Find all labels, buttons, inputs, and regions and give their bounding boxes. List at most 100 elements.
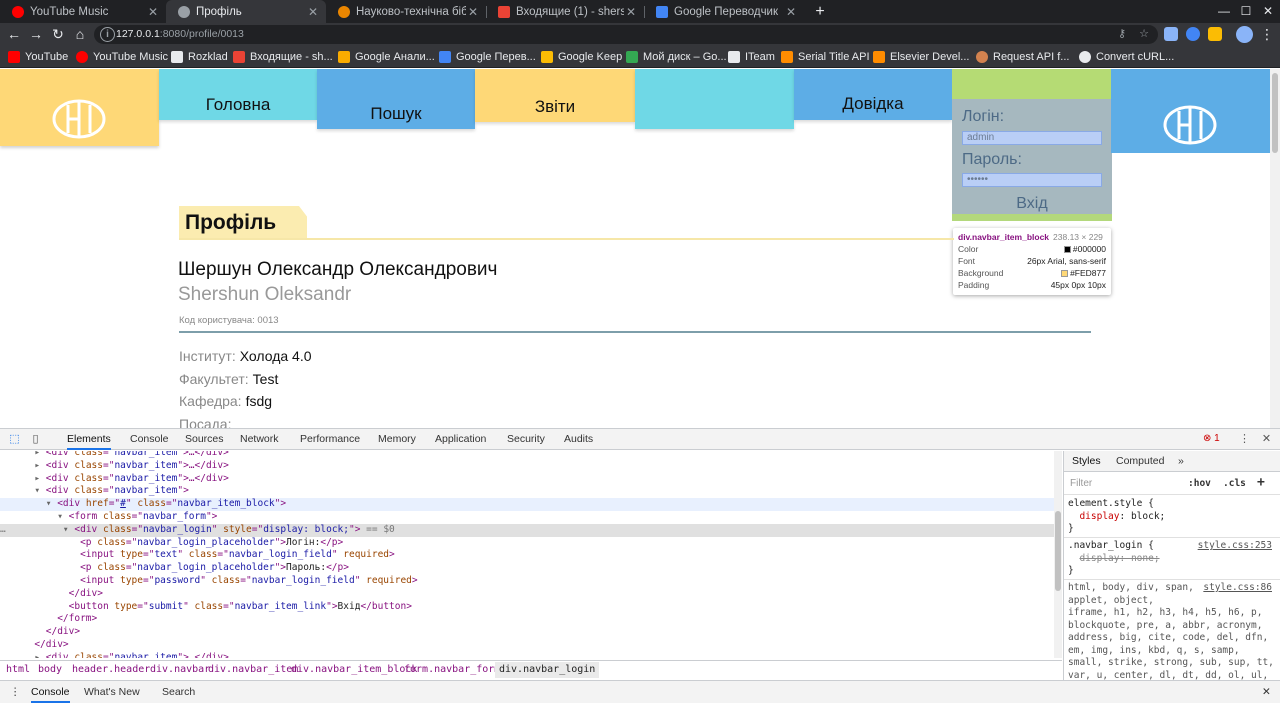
scrollbar-thumb[interactable] [1055, 511, 1061, 591]
device-toolbar-icon[interactable]: ▯ [29, 433, 42, 446]
extension-icon[interactable] [1186, 27, 1200, 41]
styles-tab[interactable]: Styles [1072, 455, 1101, 467]
close-tab-icon[interactable]: ✕ [466, 5, 480, 19]
new-tab-button[interactable]: + [810, 0, 830, 23]
login-field[interactable]: admin [962, 131, 1102, 145]
devtools-tab-performance[interactable]: Performance [300, 429, 360, 450]
bookmark-star-icon[interactable]: ☆ [1136, 27, 1152, 42]
dom-node[interactable]: <p class="navbar_login_placeholder">Паро… [0, 562, 1062, 575]
site-logo-right[interactable] [1111, 69, 1270, 153]
dom-node-selected[interactable]: … ▾ <div class="navbar_login" style="dis… [0, 523, 1062, 537]
breadcrumb-item[interactable]: form.navbar_form [404, 664, 500, 675]
bookmark-request-api[interactable]: Request API f... [976, 46, 1069, 68]
devtools-tab-elements[interactable]: Elements [67, 429, 111, 450]
page-scrollbar[interactable] [1270, 69, 1280, 428]
nav-reports[interactable]: Звіти [475, 69, 635, 122]
home-icon[interactable]: ⌂ [70, 23, 90, 46]
css-value-overridden[interactable]: none; [1131, 553, 1160, 564]
dom-node[interactable]: ▸ <div class="navbar_item">…</div> [0, 451, 1062, 460]
dom-node[interactable]: </form> [0, 613, 1062, 626]
new-rule-icon[interactable]: + [1257, 475, 1265, 490]
bookmark-elsevier[interactable]: Elsevier Devel... [873, 46, 969, 68]
elements-tree[interactable]: ▸ <div class="navbar_item">…</div> ▸ <di… [0, 451, 1062, 658]
dom-node[interactable]: ▾ <div class="navbar_item"> [0, 485, 1062, 498]
bookmark-rozklad[interactable]: Rozklad [171, 46, 228, 68]
scrollbar-thumb[interactable] [1272, 73, 1278, 153]
nav-home[interactable]: Головна [159, 69, 317, 120]
rule-source-link[interactable]: style.css:86 [1203, 582, 1272, 593]
drawer-menu-icon[interactable]: ⋮ [10, 681, 21, 703]
elements-scrollbar[interactable] [1054, 451, 1062, 658]
chrome-menu-icon[interactable]: ⋮ [1260, 23, 1274, 46]
browser-tab-profile[interactable]: Профіль ✕ [166, 0, 326, 23]
omnibox[interactable]: i 127.0.0.1:8080/profile/0013 ⚷ ☆ [94, 25, 1158, 44]
forward-icon[interactable]: → [26, 23, 46, 46]
dom-node[interactable]: ▸ <div class="navbar_item">…</div> [0, 652, 1062, 658]
close-drawer-icon[interactable]: ✕ [1262, 681, 1271, 703]
reload-icon[interactable]: ↻ [48, 23, 68, 46]
dom-node[interactable]: <input type="text" class="navbar_login_f… [0, 549, 1062, 562]
close-tab-icon[interactable]: ✕ [146, 5, 160, 19]
more-tabs-icon[interactable]: » [1178, 455, 1184, 467]
close-devtools-icon[interactable]: ✕ [1260, 433, 1273, 446]
devtools-tab-sources[interactable]: Sources [185, 429, 224, 450]
drawer-tab-whats-new[interactable]: What's New [84, 681, 140, 703]
css-property[interactable]: display [1079, 511, 1119, 522]
key-icon[interactable]: ⚷ [1114, 27, 1130, 42]
bookmark-youtube-music[interactable]: YouTube Music [76, 46, 168, 68]
inspect-element-icon[interactable]: ⬚ [8, 433, 21, 446]
drawer-tab-search[interactable]: Search [162, 681, 195, 703]
minimize-icon[interactable]: — [1212, 0, 1236, 23]
extension-icon[interactable] [1164, 27, 1178, 41]
devtools-menu-icon[interactable]: ⋮ [1238, 433, 1251, 446]
css-property-overridden[interactable]: display [1079, 553, 1119, 564]
dom-node-hovered[interactable]: ▾ <div href="#" class="navbar_item_block… [0, 498, 1062, 511]
dom-node[interactable]: <button type="submit" class="navbar_item… [0, 601, 1062, 614]
back-icon[interactable]: ← [4, 23, 24, 46]
drawer-tab-console[interactable]: Console [31, 681, 70, 703]
devtools-tab-audits[interactable]: Audits [564, 429, 593, 450]
bookmark-google-drive[interactable]: Мой диск – Go... [626, 46, 727, 68]
login-submit-button[interactable]: Вхід [952, 195, 1112, 213]
dom-node[interactable]: <p class="navbar_login_placeholder">Логі… [0, 537, 1062, 550]
info-icon[interactable]: i [100, 27, 115, 42]
breadcrumb-item[interactable]: body [38, 664, 62, 675]
breadcrumb-item[interactable]: div.navbar [150, 664, 210, 675]
close-tab-icon[interactable]: ✕ [624, 5, 638, 19]
nav-help[interactable]: Довідка [794, 69, 952, 120]
dom-node[interactable]: </div> [0, 588, 1062, 601]
profile-avatar[interactable] [1236, 26, 1253, 43]
nav-search[interactable]: Пошук [317, 69, 475, 129]
browser-tab-translate[interactable]: Google Переводчик ✕ [644, 0, 804, 23]
breadcrumb-item[interactable]: div.navbar_item [208, 664, 298, 675]
browser-tab-youtube-music[interactable]: YouTube Music ✕ [0, 0, 166, 23]
bookmark-google-translate[interactable]: Google Перев... [439, 46, 536, 68]
dom-node[interactable]: ▸ <div class="navbar_item">…</div> [0, 473, 1062, 486]
site-logo-left[interactable] [0, 69, 159, 146]
style-rule-navbar-login[interactable]: .navbar_login { display: none; } [1068, 540, 1160, 578]
dom-node[interactable]: </div> [0, 626, 1062, 639]
browser-tab-library[interactable]: Науково-технічна бібліо ✕ [326, 0, 486, 23]
maximize-icon[interactable]: ☐ [1234, 0, 1258, 23]
devtools-tab-application[interactable]: Application [435, 429, 486, 450]
close-window-icon[interactable]: ✕ [1256, 0, 1280, 23]
extension-icon[interactable] [1208, 27, 1222, 41]
bookmark-google-analytics[interactable]: Google Анали... [338, 46, 435, 68]
rule-source-link[interactable]: style.css:253 [1198, 540, 1272, 551]
error-count-badge[interactable]: ⊗ 1 [1203, 433, 1220, 444]
css-value[interactable]: block; [1131, 511, 1165, 522]
devtools-tab-memory[interactable]: Memory [378, 429, 416, 450]
dom-node[interactable]: ▾ <form class="navbar_form"> [0, 511, 1062, 524]
hover-state-toggle[interactable]: :hov [1188, 478, 1211, 489]
devtools-tab-console[interactable]: Console [130, 429, 169, 450]
dom-node[interactable]: </div> [0, 639, 1062, 652]
devtools-tab-network[interactable]: Network [240, 429, 279, 450]
password-field[interactable]: •••••• [962, 173, 1102, 187]
devtools-tab-security[interactable]: Security [507, 429, 545, 450]
bookmark-gmail[interactable]: Входящие - sh... [233, 46, 333, 68]
filter-input[interactable]: Filter [1070, 478, 1092, 489]
breadcrumb-item[interactable]: div.navbar_item_block [291, 664, 417, 675]
style-rule-reset[interactable]: html, body, div, span, applet, object, i… [1068, 582, 1274, 680]
dom-node[interactable]: ▸ <div class="navbar_item">…</div> [0, 460, 1062, 473]
breadcrumb-item-current[interactable]: div.navbar_login [495, 662, 600, 678]
